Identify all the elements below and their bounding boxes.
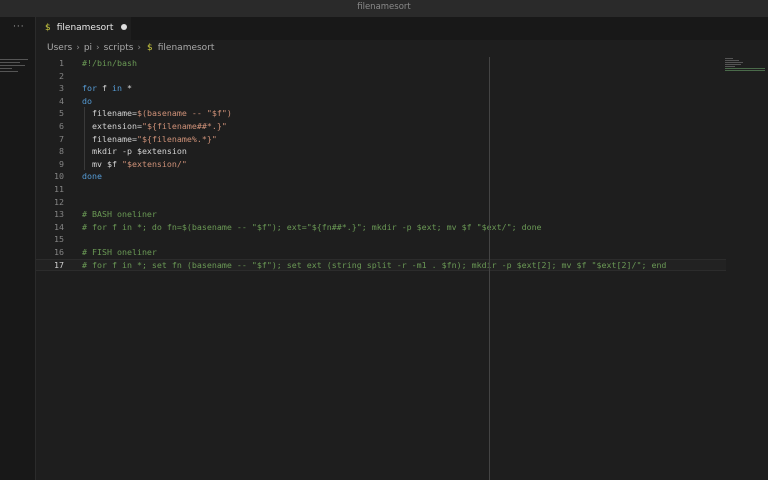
code-line[interactable]: 4 do [36, 95, 726, 108]
code-line[interactable]: 17 # for f in *; set fn (basename -- "$f"… [36, 258, 726, 272]
code-token: extension= [82, 120, 142, 131]
line-number: 10 [54, 171, 64, 182]
code-token: f [97, 83, 112, 94]
line-number: 13 [54, 209, 64, 220]
line-number: 8 [59, 146, 64, 157]
code-token: for [82, 83, 97, 94]
tab-label: filenamesort [56, 23, 114, 33]
line-number: 14 [54, 221, 64, 232]
code-text: filename=$(basename -- "$f") [82, 107, 232, 120]
chevron-right-icon: › [137, 43, 142, 53]
code-text: do [82, 95, 92, 108]
vertical-ruler [489, 57, 490, 480]
code-line[interactable]: 7 filename="${filename%.*}" [36, 132, 726, 146]
line-number: 15 [54, 234, 64, 245]
tab-filenamesort[interactable]: $ filenamesort [36, 17, 131, 40]
code-text: mkdir -p $extension [82, 145, 187, 158]
breadcrumb-item[interactable]: scripts [104, 43, 134, 53]
line-number: 4 [59, 95, 64, 106]
dollar-icon: $ [45, 23, 51, 33]
line-number: 7 [59, 133, 64, 144]
code-line[interactable]: 10 done [36, 170, 726, 183]
code-line[interactable]: 8 mkdir -p $extension [36, 145, 726, 158]
more-actions-icon[interactable]: ··· [13, 22, 25, 32]
code-text: for f in * [82, 82, 132, 95]
breadcrumb: Users › pi › scripts › $ filenamesort [47, 43, 214, 53]
code-line[interactable]: 2 [36, 70, 726, 83]
sidebar: ··· [0, 17, 36, 480]
code-text: mv $f "$extension/" [82, 158, 187, 171]
code-line[interactable]: 5 filename=$(basename -- "$f") [36, 107, 726, 120]
code-token: do [82, 95, 92, 106]
code-line[interactable]: 11 [36, 183, 726, 196]
breadcrumb-item[interactable]: filenamesort [158, 43, 215, 53]
code-token: "${filename%.*}" [136, 133, 217, 144]
chevron-right-icon: › [76, 43, 80, 53]
line-number: 12 [54, 196, 64, 207]
minimap[interactable] [725, 57, 768, 87]
code-token: filename= [82, 108, 137, 119]
code-token: "${filename##*.}" [141, 120, 227, 131]
unsaved-dot-icon[interactable] [121, 24, 128, 30]
breadcrumb-item[interactable]: pi [84, 43, 92, 53]
line-number: 9 [59, 158, 64, 169]
code-token: mv $f [82, 158, 122, 169]
code-line[interactable]: 1 #!/bin/bash [36, 57, 726, 70]
code-token: filename= [82, 133, 137, 144]
code-token: "$extension/" [121, 158, 187, 169]
code-token: mkdir -p $extension [82, 146, 187, 157]
code-token: done [82, 171, 102, 182]
code-line[interactable]: 16 # FISH oneliner [36, 246, 726, 259]
code-line[interactable]: 14 # for f in *; do fn=$(basename -- "$f"… [36, 221, 726, 234]
line-number: 3 [59, 83, 64, 94]
line-number: 17 [54, 259, 64, 270]
code-text: # FISH oneliner [82, 246, 157, 259]
sidebar-preview [0, 57, 28, 87]
code-line[interactable]: 13 # BASH oneliner [36, 208, 726, 221]
code-token: in [112, 83, 122, 94]
code-editor[interactable]: 1 #!/bin/bash 2 3 for f in * 4 do 5 filename=$(… [36, 57, 726, 272]
code-token: $(basename -- "$f") [136, 108, 232, 119]
line-number: 2 [59, 70, 64, 81]
code-text: # for f in *; do fn=$(basename -- "$f");… [82, 221, 542, 234]
dollar-icon: $ [147, 43, 153, 53]
line-number: 6 [59, 120, 64, 131]
tab-bar: $ filenamesort [36, 17, 768, 40]
code-line[interactable]: 3 for f in * [36, 82, 726, 95]
breadcrumb-item[interactable]: Users [47, 43, 72, 53]
code-token: # for f in *; set fn (basename -- "$f");… [82, 259, 667, 270]
code-line[interactable]: 6 extension="${filename##*.}" [36, 119, 726, 133]
chevron-right-icon: › [96, 43, 100, 53]
code-token: # FISH oneliner [82, 246, 157, 257]
line-number: 1 [59, 58, 64, 68]
title-bar: filenamesort [0, 0, 768, 17]
code-token: #!/bin/bash [82, 58, 137, 68]
code-text: # for f in *; set fn (basename -- "$f");… [82, 260, 666, 271]
window-title: filenamesort [357, 2, 411, 12]
code-token: * [122, 83, 132, 94]
code-text: extension="${filename##*.}" [82, 120, 227, 133]
line-number: 5 [59, 108, 64, 119]
code-line[interactable]: 9 mv $f "$extension/" [36, 157, 726, 171]
code-token: # for f in *; do fn=$(basename -- "$f");… [82, 221, 542, 232]
code-text: # BASH oneliner [82, 208, 157, 221]
line-number: 11 [54, 183, 64, 194]
code-token: # BASH oneliner [82, 209, 157, 220]
code-line[interactable]: 12 [36, 196, 726, 209]
code-text: filename="${filename%.*}" [82, 133, 217, 146]
line-number: 16 [54, 246, 64, 257]
code-text: done [82, 170, 102, 183]
code-line[interactable]: 15 [36, 233, 726, 246]
code-text: #!/bin/bash [82, 57, 137, 70]
